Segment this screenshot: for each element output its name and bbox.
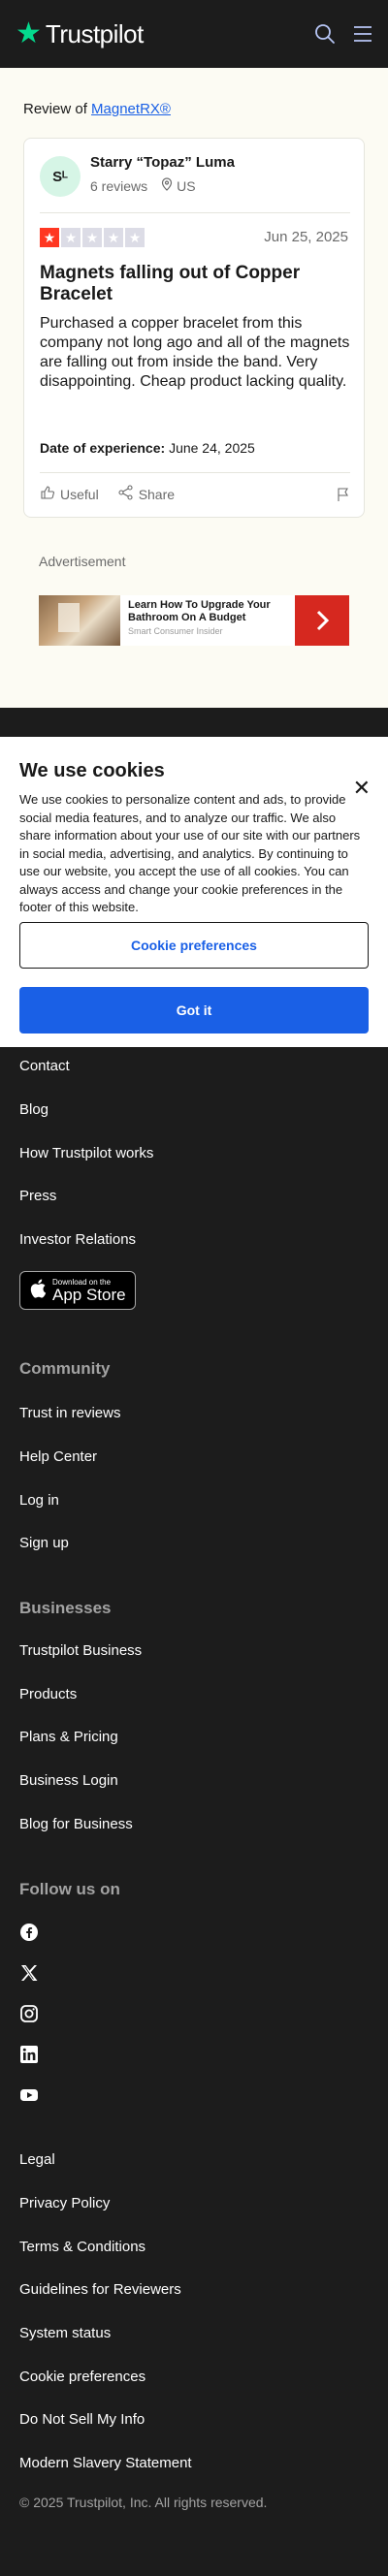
experience-date: June 24, 2025 bbox=[169, 440, 255, 456]
copyright: © 2025 Trustpilot, Inc. All rights reser… bbox=[19, 2495, 268, 2510]
footer-link-guidelines[interactable]: Guidelines for Reviewers bbox=[19, 2281, 181, 2298]
footer-link-modern-slavery[interactable]: Modern Slavery Statement bbox=[19, 2455, 192, 2471]
businesses-heading: Businesses bbox=[19, 1599, 112, 1617]
footer-link-contact[interactable]: Contact bbox=[19, 1058, 70, 1074]
accept-cookies-button[interactable]: Got it bbox=[19, 987, 369, 1034]
review-date: Jun 25, 2025 bbox=[264, 229, 348, 245]
review-page: Review of MagnetRX® Sᴸ Starry “Topaz” Lu… bbox=[0, 68, 388, 708]
useful-button[interactable]: Useful bbox=[40, 485, 99, 503]
footer-link-how-it-works[interactable]: How Trustpilot works bbox=[19, 1145, 153, 1161]
reviewer-location: US bbox=[161, 177, 196, 194]
footer-link-investor-relations[interactable]: Investor Relations bbox=[19, 1231, 136, 1248]
review-of-prefix: Review of bbox=[23, 101, 92, 117]
community-heading: Community bbox=[19, 1359, 111, 1378]
linkedin-icon[interactable] bbox=[19, 2045, 39, 2064]
footer-link-privacy-policy[interactable]: Privacy Policy bbox=[19, 2195, 110, 2211]
app-store-badge[interactable]: Download on the App Store bbox=[19, 1271, 136, 1310]
divider bbox=[40, 212, 350, 213]
avatar[interactable]: Sᴸ bbox=[40, 156, 81, 197]
experience-label: Date of experience: bbox=[40, 440, 166, 456]
cookie-preferences-button[interactable]: Cookie preferences bbox=[19, 922, 369, 969]
ad-headline: Learn How To Upgrade Your Bathroom On A … bbox=[128, 599, 271, 623]
ad-image bbox=[39, 595, 120, 646]
footer-link-cookie-preferences[interactable]: Cookie preferences bbox=[19, 2369, 146, 2385]
star-empty-icon: ★ bbox=[61, 228, 81, 247]
star-empty-icon: ★ bbox=[82, 228, 102, 247]
x-icon[interactable] bbox=[19, 1963, 39, 1983]
company-link[interactable]: MagnetRX® bbox=[91, 101, 171, 117]
review-count: 6 reviews bbox=[90, 177, 148, 194]
footer-link-log-in[interactable]: Log in bbox=[19, 1492, 59, 1509]
app-store-big-text: App Store bbox=[52, 1285, 126, 1304]
menu-icon[interactable] bbox=[353, 25, 372, 43]
ad-source: Smart Consumer Insider bbox=[128, 626, 223, 636]
trustpilot-logo[interactable]: ★ Trustpilot bbox=[16, 19, 144, 49]
date-of-experience: Date of experience: June 24, 2025 bbox=[40, 440, 255, 456]
apple-icon bbox=[29, 1278, 47, 1304]
share-button[interactable]: Share bbox=[118, 485, 175, 503]
location-pin-icon bbox=[161, 177, 173, 194]
facebook-icon[interactable] bbox=[19, 1923, 39, 1942]
useful-label: Useful bbox=[60, 486, 99, 502]
footer-link-help-center[interactable]: Help Center bbox=[19, 1448, 97, 1465]
footer-link-plans-pricing[interactable]: Plans & Pricing bbox=[19, 1729, 118, 1745]
review-of-line: Review of MagnetRX® bbox=[23, 101, 171, 117]
footer-link-do-not-sell[interactable]: Do Not Sell My Info bbox=[19, 2411, 145, 2428]
brand-name: Trustpilot bbox=[45, 18, 144, 48]
footer-link-trustpilot-business[interactable]: Trustpilot Business bbox=[19, 1642, 142, 1659]
star-filled-icon: ★ bbox=[40, 228, 59, 247]
star-empty-icon: ★ bbox=[104, 228, 123, 247]
footer-link-business-login[interactable]: Business Login bbox=[19, 1772, 118, 1789]
review-body: Purchased a copper bracelet from this co… bbox=[40, 315, 350, 390]
share-label: Share bbox=[138, 486, 176, 502]
star-empty-icon: ★ bbox=[125, 228, 145, 247]
footer-link-sign-up[interactable]: Sign up bbox=[19, 1535, 69, 1551]
footer-link-products[interactable]: Products bbox=[19, 1686, 77, 1702]
flag-icon[interactable] bbox=[337, 487, 350, 502]
instagram-icon[interactable] bbox=[19, 2004, 39, 2023]
review-card: Sᴸ Starry “Topaz” Luma 6 reviews US ★ ★ ★ ★… bbox=[23, 138, 365, 518]
footer-link-terms[interactable]: Terms & Conditions bbox=[19, 2239, 146, 2255]
review-actions: Useful Share bbox=[40, 485, 350, 503]
advertisement-label: Advertisement bbox=[39, 554, 126, 569]
cookie-text: We use cookies to personalize content an… bbox=[19, 792, 361, 914]
footer-link-legal[interactable]: Legal bbox=[19, 2151, 55, 2168]
footer-link-system-status[interactable]: System status bbox=[19, 2325, 111, 2341]
cookie-banner: We use cookies ✕ We use cookies to perso… bbox=[0, 737, 388, 1047]
divider bbox=[40, 472, 350, 473]
footer-link-trust-in-reviews[interactable]: Trust in reviews bbox=[19, 1405, 120, 1421]
star-rating: ★ ★ ★ ★ ★ bbox=[40, 228, 145, 247]
youtube-icon[interactable] bbox=[19, 2085, 39, 2105]
footer-link-blog[interactable]: Blog bbox=[19, 1101, 48, 1118]
reviewer-meta: 6 reviews US bbox=[90, 177, 196, 194]
follow-us-heading: Follow us on bbox=[19, 1880, 120, 1898]
footer-link-press[interactable]: Press bbox=[19, 1188, 56, 1204]
chevron-right-icon[interactable] bbox=[295, 595, 349, 646]
thumbs-up-icon bbox=[40, 485, 55, 503]
star-logo-icon: ★ bbox=[16, 17, 42, 49]
cookie-title: We use cookies bbox=[19, 760, 165, 781]
review-title[interactable]: Magnets falling out of Copper Bracelet bbox=[40, 263, 350, 305]
share-icon bbox=[118, 485, 134, 503]
reviewer-name[interactable]: Starry “Topaz” Luma bbox=[90, 154, 235, 171]
advertisement-banner[interactable]: Learn How To Upgrade Your Bathroom On A … bbox=[39, 595, 349, 646]
site-header: ★ Trustpilot bbox=[0, 0, 388, 68]
country: US bbox=[177, 177, 196, 194]
search-icon[interactable] bbox=[314, 23, 336, 45]
footer-link-blog-for-business[interactable]: Blog for Business bbox=[19, 1816, 133, 1832]
